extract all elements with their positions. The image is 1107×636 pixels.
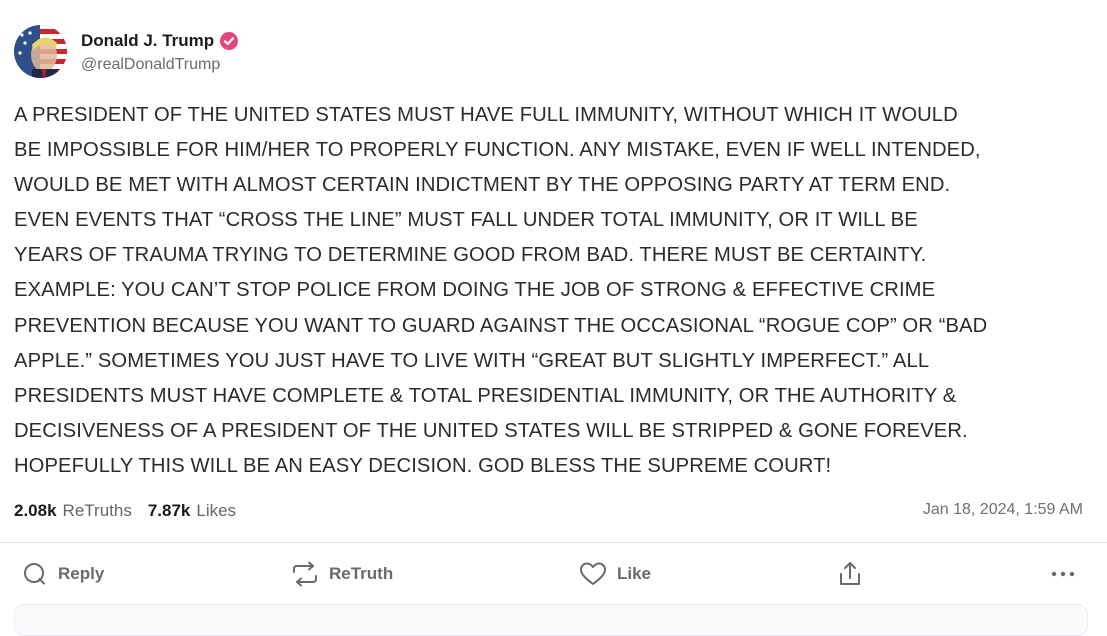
post-text-line: APPLE.” SOMETIMES YOU JUST HAVE TO LIVE … xyxy=(14,349,930,372)
post-text-line: HOPEFULLY THIS WILL BE AN EASY DECISION.… xyxy=(14,454,832,477)
post-text-line: WOULD BE MET WITH ALMOST CERTAIN INDICTM… xyxy=(14,174,951,197)
post-text-line: BE IMPOSSIBLE FOR HIM/HER TO PROPERLY FU… xyxy=(14,139,981,162)
retruths-stat[interactable]: 2.08k ReTruths xyxy=(14,501,132,521)
action-bar: Reply ReTruth Like xyxy=(0,556,1107,592)
likes-count: 7.87k xyxy=(147,501,191,520)
post-text-line: YEARS OF TRAUMA TRYING TO DETERMINE GOOD… xyxy=(14,244,927,267)
share-button[interactable] xyxy=(838,556,862,592)
reply-label: Reply xyxy=(58,564,105,583)
share-icon xyxy=(838,560,862,588)
post-card: Donald J. Trump @realDonaldTrump A PRESI… xyxy=(0,0,1107,636)
more-options-button[interactable] xyxy=(1050,556,1076,592)
retruth-icon xyxy=(291,561,319,587)
reply-button[interactable]: Reply xyxy=(22,556,104,592)
likes-stat[interactable]: 7.87k Likes xyxy=(148,501,236,521)
retruths-count: 2.08k xyxy=(14,501,57,520)
divider xyxy=(0,542,1107,543)
more-icon xyxy=(1050,570,1076,578)
heart-icon xyxy=(579,561,607,587)
name-row: Donald J. Trump xyxy=(81,28,239,54)
author-handle[interactable]: @realDonaldTrump xyxy=(81,56,238,74)
post-text-line: EXAMPLE: YOU CAN’T STOP POLICE FROM DOIN… xyxy=(14,279,936,302)
post-stats: 2.08k ReTruths 7.87k Likes xyxy=(14,499,236,523)
post-text-line: DECISIVENESS OF A PRESIDENT OF THE UNITE… xyxy=(14,419,968,442)
retruth-button[interactable]: ReTruth xyxy=(291,556,393,592)
post-text-line: PREVENTION BECAUSE YOU WANT TO GUARD AGA… xyxy=(14,314,988,337)
post-text-line: PRESIDENTS MUST HAVE COMPLETE & TOTAL PR… xyxy=(14,384,957,407)
post-text-line: A PRESIDENT OF THE UNITED STATES MUST HA… xyxy=(14,104,958,126)
retruths-label: ReTruths xyxy=(62,501,132,520)
reply-icon xyxy=(22,561,48,587)
retruth-label: ReTruth xyxy=(329,564,394,583)
post-body: A PRESIDENT OF THE UNITED STATES MUST HA… xyxy=(14,98,1089,484)
avatar[interactable] xyxy=(14,24,67,78)
likes-label: Likes xyxy=(196,501,237,520)
reply-composer-area[interactable] xyxy=(14,604,1088,636)
like-button[interactable]: Like xyxy=(579,556,651,592)
verified-badge-icon xyxy=(220,32,239,50)
avatar-image xyxy=(14,24,67,78)
author-names: Donald J. Trump @realDonaldTrump xyxy=(81,28,239,74)
post-timestamp[interactable]: Jan 18, 2024, 1:59 AM xyxy=(923,501,1083,519)
like-label: Like xyxy=(617,564,652,583)
author-display-name[interactable]: Donald J. Trump xyxy=(81,31,214,51)
post-header: Donald J. Trump @realDonaldTrump xyxy=(14,24,239,78)
post-text-line: EVEN EVENTS THAT “CROSS THE LINE” MUST F… xyxy=(14,209,918,232)
